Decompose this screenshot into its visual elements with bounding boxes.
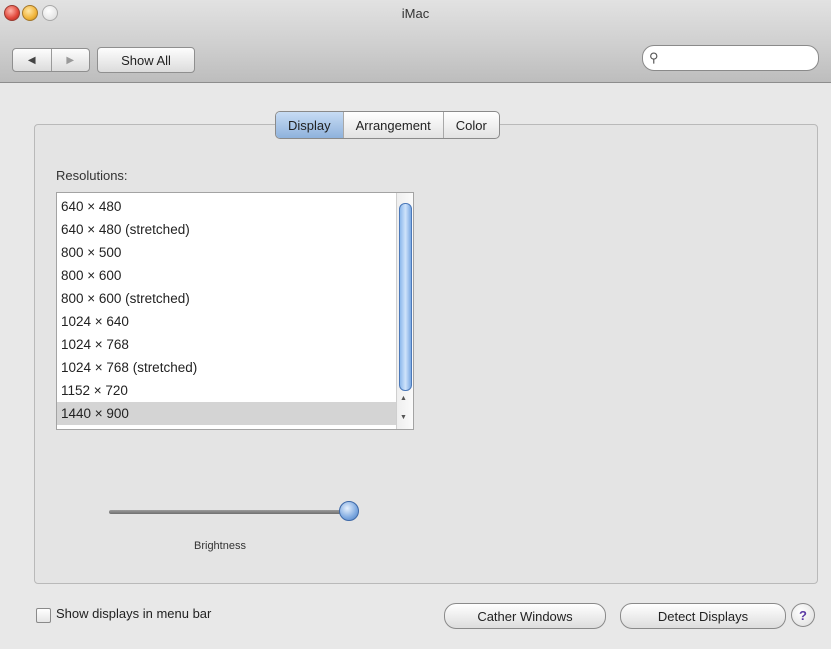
tab-display[interactable]: Display	[276, 112, 343, 138]
search-input[interactable]	[667, 48, 811, 68]
tab-bar: Display Arrangement Color	[275, 111, 500, 139]
resolution-item[interactable]: 800 × 500	[57, 241, 399, 264]
tab-color[interactable]: Color	[442, 112, 499, 138]
search-icon: ⚲	[649, 50, 659, 65]
forward-arrow-icon: ▶	[66, 54, 75, 66]
resolution-item[interactable]: 800 × 600	[57, 264, 399, 287]
forward-button[interactable]: ▶	[50, 49, 90, 71]
scroll-thumb[interactable]	[399, 203, 412, 391]
resolution-item[interactable]: 640 × 480	[57, 195, 399, 218]
resolution-item-selected[interactable]: 1440 × 900	[57, 402, 399, 425]
nav-button-group: ◀ ▶	[12, 48, 90, 72]
resolutions-list[interactable]: 640 × 480 640 × 480 (stretched) 800 × 50…	[56, 192, 414, 430]
resolution-item[interactable]: 1024 × 640	[57, 310, 399, 333]
brightness-label: Brightness	[194, 540, 246, 552]
resolution-item[interactable]: 800 × 600 (stretched)	[57, 287, 399, 310]
search-field[interactable]: ⚲	[642, 45, 819, 71]
scroll-down-arrow-icon[interactable]: ▼	[400, 414, 407, 421]
detect-displays-button[interactable]: Detect Displays	[620, 603, 786, 629]
resolution-item[interactable]: 1152 × 720	[57, 379, 399, 402]
help-icon[interactable]: ?	[791, 603, 815, 627]
list-scrollbar[interactable]: ▲ ▼	[396, 193, 413, 429]
resolutions-label: Resolutions:	[56, 168, 128, 183]
show-displays-label[interactable]: Show displays in menu bar	[56, 606, 211, 621]
resolution-item[interactable]: 640 × 480 (stretched)	[57, 218, 399, 241]
back-arrow-icon: ◀	[27, 54, 36, 66]
resolution-item[interactable]: 1024 × 768 (stretched)	[57, 356, 399, 379]
show-all-button[interactable]: Show All	[97, 47, 195, 73]
gather-windows-button[interactable]: Cather Windows	[444, 603, 606, 629]
tab-arrangement[interactable]: Arrangement	[342, 112, 443, 138]
show-displays-checkbox[interactable]	[36, 608, 51, 623]
preferences-window: iMac ◀ ▶ Show All ⚲ Display Arrangement …	[0, 0, 831, 649]
back-button[interactable]: ◀	[13, 49, 51, 71]
brightness-slider-track[interactable]	[109, 510, 349, 514]
window-title: iMac	[401, 6, 430, 21]
brightness-slider-knob[interactable]	[339, 501, 359, 521]
title-bar: iMac ◀ ▶ Show All ⚲	[0, 0, 831, 83]
scroll-up-arrow-icon[interactable]: ▲	[400, 395, 407, 402]
resolution-item[interactable]: 1024 × 768	[57, 333, 399, 356]
